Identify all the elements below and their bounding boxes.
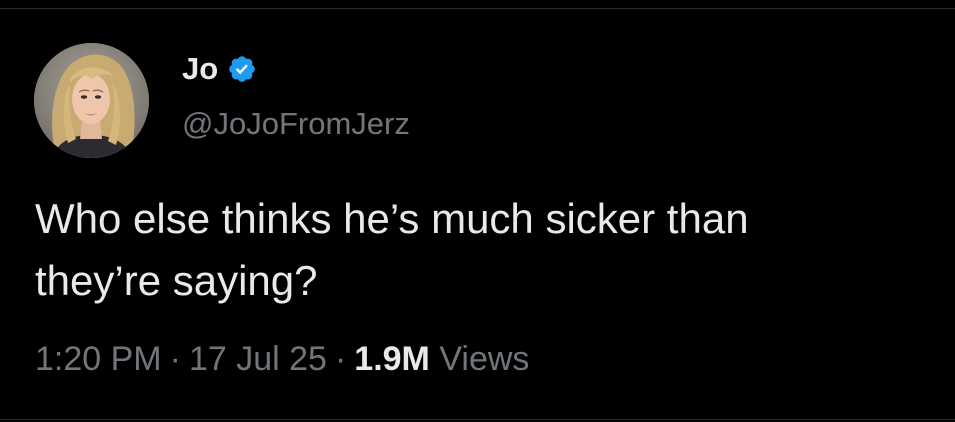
tweet-time[interactable]: 1:20 PM (35, 340, 162, 378)
tweet-meta: 1:20 PM · 17 Jul 25 · 1.9M Views (35, 336, 529, 382)
views-count[interactable]: 1.9M (354, 340, 430, 378)
tweet-text: Who else thinks he’s much sicker than th… (35, 195, 749, 304)
avatar[interactable] (34, 43, 149, 158)
top-divider (0, 8, 955, 9)
author-handle[interactable]: @JoJoFromJerz (182, 104, 410, 144)
bottom-divider (0, 419, 955, 420)
verified-badge-icon[interactable] (227, 54, 257, 84)
meta-separator: · (334, 340, 347, 378)
tweet-date[interactable]: 17 Jul 25 (189, 340, 327, 378)
views-label[interactable]: Views (439, 340, 529, 378)
meta-separator: · (169, 340, 181, 378)
author-name-row[interactable]: Jo (182, 50, 257, 88)
avatar-image (34, 43, 149, 158)
author-display-name[interactable]: Jo (182, 50, 218, 88)
